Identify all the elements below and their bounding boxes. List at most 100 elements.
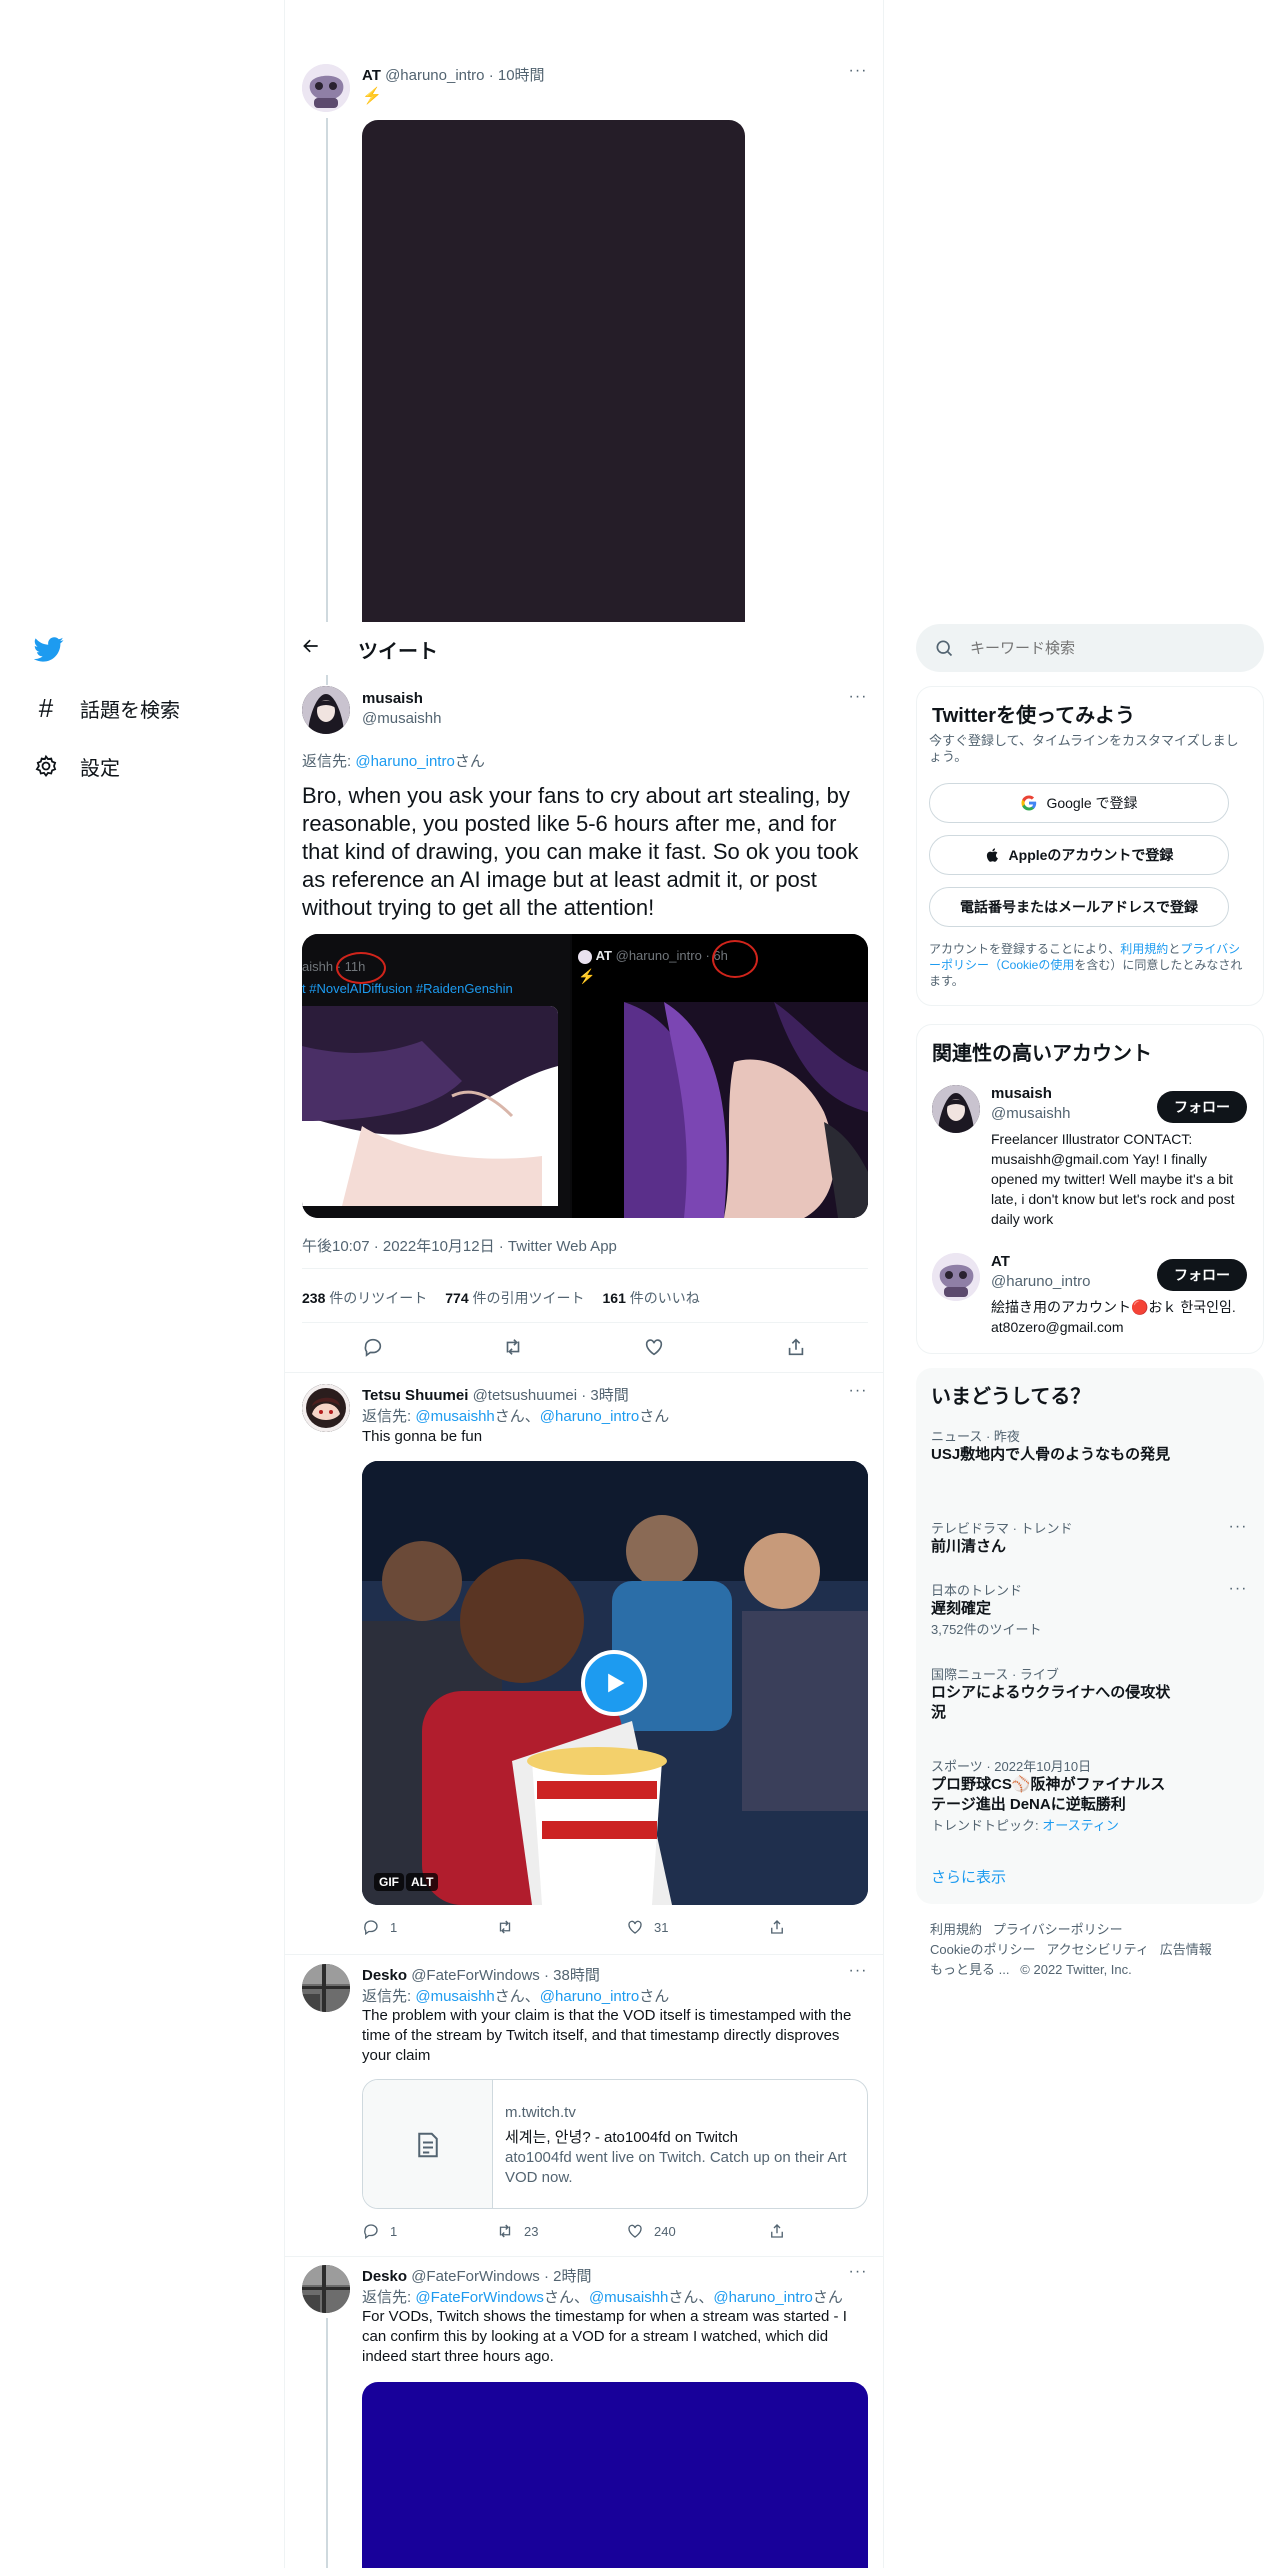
trend-item[interactable]: ニュース · 昨夜 USJ敷地内で人骨のようなもの発見 — [931, 1426, 1171, 1465]
more-icon[interactable]: ··· — [846, 1963, 870, 1988]
tweet-time[interactable]: 2時間 — [553, 2268, 591, 2285]
avatar[interactable] — [302, 1964, 350, 2012]
separator: · — [543, 1967, 549, 1984]
account-handle[interactable]: @musaishh — [991, 1105, 1070, 1122]
reply-button[interactable]: 1 — [362, 2222, 397, 2240]
like-button[interactable] — [643, 1336, 665, 1358]
reply-to-link[interactable]: @FateForWindows — [415, 2289, 544, 2306]
media-right[interactable]: AT @haruno_intro · 6h ⚡ — [572, 934, 868, 1218]
avatar[interactable] — [302, 686, 350, 734]
search-input[interactable] — [970, 636, 1240, 660]
tweet-image[interactable] — [362, 120, 745, 622]
footer-cookie-link[interactable]: Cookieのポリシー — [930, 1942, 1035, 1957]
trend-topic-link[interactable]: オースティン — [1042, 1818, 1119, 1833]
reply-to-link[interactable]: @haruno_intro — [713, 2289, 812, 2306]
reply-separator: さん、 — [494, 1408, 540, 1425]
author-name[interactable]: Desko — [362, 1967, 407, 1984]
author-name[interactable]: musaish — [362, 690, 423, 707]
author-handle[interactable]: @FateForWindows — [411, 2268, 540, 2285]
author-name[interactable]: Tetsu Shuumei — [362, 1387, 468, 1404]
reply-to-link[interactable]: @musaishh — [589, 2289, 668, 2306]
footer-more-link[interactable]: もっと見る ... — [930, 1962, 1009, 1977]
search-bar[interactable] — [916, 624, 1264, 672]
reply-to-link[interactable]: @musaishh — [415, 1988, 494, 2005]
tweet-time[interactable]: 3時間 — [590, 1387, 628, 1404]
reply-to-link[interactable]: @musaishh — [415, 1408, 494, 1425]
like-count: 240 — [654, 2223, 676, 2239]
play-icon — [608, 1673, 625, 1693]
author-handle[interactable]: @tetsushuumei — [473, 1387, 577, 1404]
back-arrow-icon[interactable] — [301, 636, 325, 660]
reply-to-link[interactable]: @haruno_intro — [540, 1408, 639, 1425]
twitter-logo-icon[interactable] — [33, 634, 64, 664]
terms-link[interactable]: 利用規約 — [1120, 942, 1168, 956]
media-left[interactable]: aishh · 11h t #NovelAIDiffusion #RaidenG… — [302, 934, 570, 1218]
retweet-button[interactable] — [496, 1918, 524, 1936]
play-button[interactable] — [581, 1650, 647, 1716]
more-icon[interactable]: ··· — [846, 689, 870, 714]
retweet-button[interactable] — [502, 1336, 524, 1358]
share-icon — [788, 1338, 804, 1356]
reply-button[interactable] — [362, 1336, 384, 1358]
account-name[interactable]: AT — [991, 1253, 1010, 1270]
footer-ads-link[interactable]: 広告情報 — [1160, 1942, 1212, 1957]
footer-terms-link[interactable]: 利用規約 — [930, 1922, 982, 1937]
author-name[interactable]: AT — [362, 67, 381, 84]
trend-item[interactable]: 日本のトレンド 遅刻確定 3,752件のツイート — [931, 1580, 1171, 1638]
avatar[interactable] — [932, 1253, 980, 1301]
more-icon[interactable]: ··· — [846, 2264, 870, 2289]
reply-count: 1 — [390, 2223, 398, 2239]
tweet-time[interactable]: 38時間 — [553, 1967, 600, 1984]
phone-email-signup-button[interactable]: 電話番号またはメールアドレスで登録 — [929, 887, 1229, 927]
nav-settings[interactable]: 設定 — [34, 750, 120, 782]
link-card[interactable]: m.twitch.tv 세계는, 안녕? - ato1004fd on Twit… — [362, 2079, 868, 2209]
more-icon[interactable]: ··· — [1226, 1519, 1250, 1544]
account-handle[interactable]: @haruno_intro — [991, 1273, 1090, 1290]
author-handle[interactable]: @FateForWindows — [411, 1967, 540, 1984]
avatar[interactable] — [302, 1384, 350, 1432]
like-button[interactable]: 240 — [626, 2222, 676, 2240]
avatar[interactable] — [302, 64, 350, 112]
reply-button[interactable]: 1 — [362, 1918, 397, 1936]
separator: · — [581, 1387, 587, 1404]
retweet-button[interactable]: 23 — [496, 2222, 538, 2240]
account-name[interactable]: musaish — [991, 1085, 1052, 1102]
likes-stat[interactable]: 161 件のいいね — [603, 1288, 700, 1308]
document-icon — [417, 2132, 438, 2158]
tweet-time[interactable]: 10時間 — [498, 67, 545, 84]
follow-button[interactable]: フォロー — [1157, 1259, 1247, 1291]
avatar[interactable] — [302, 2265, 350, 2313]
trend-item[interactable]: テレビドラマ · トレンド 前川清さん — [931, 1518, 1171, 1557]
reply-to-link[interactable]: @haruno_intro — [355, 753, 454, 770]
tweet-media[interactable]: aishh · 11h t #NovelAIDiffusion #RaidenG… — [302, 934, 868, 1218]
follow-button[interactable]: フォロー — [1157, 1091, 1247, 1123]
retweets-stat[interactable]: 238 件のリツイート — [302, 1288, 427, 1308]
tweet-gif[interactable]: GIF ALT — [362, 1461, 868, 1905]
share-button[interactable] — [785, 1336, 807, 1358]
quotes-stat[interactable]: 774 件の引用ツイート — [445, 1288, 584, 1308]
apple-signup-button[interactable]: Appleのアカウントで登録 — [929, 835, 1229, 875]
tweet-image[interactable] — [362, 2382, 868, 2568]
like-button[interactable]: 31 — [626, 1918, 668, 1936]
nav-explore[interactable]: # 話題を検索 — [34, 692, 180, 724]
author-handle[interactable]: @haruno_intro — [385, 67, 484, 84]
more-icon[interactable]: ··· — [1226, 1581, 1250, 1606]
tweet-meta[interactable]: 午後10:07 · 2022年10月12日 · Twitter Web App — [302, 1235, 617, 1256]
link-card-thumb — [363, 2080, 493, 2208]
trend-item[interactable]: 国際ニュース · ライブ ロシアによるウクライナへの侵攻状況 — [931, 1664, 1171, 1723]
author-name[interactable]: Desko — [362, 2268, 407, 2285]
share-button[interactable] — [768, 2222, 786, 2240]
author-handle[interactable]: @musaishh — [362, 710, 441, 727]
reply-to-link[interactable]: @haruno_intro — [540, 1988, 639, 2005]
avatar[interactable] — [932, 1085, 980, 1133]
trend-item[interactable]: スポーツ · 2022年10月10日 プロ野球CS⚾阪神がファイナルステージ進出… — [931, 1756, 1171, 1834]
more-icon[interactable]: ··· — [846, 63, 870, 88]
google-signup-button[interactable]: Google で登録 — [929, 783, 1229, 823]
reply-prefix: 返信先: — [302, 753, 352, 770]
share-button[interactable] — [768, 1918, 786, 1936]
more-icon[interactable]: ··· — [846, 1383, 870, 1408]
alt-badge[interactable]: ALT — [406, 1873, 439, 1891]
footer-privacy-link[interactable]: プライバシーポリシー — [993, 1922, 1123, 1937]
footer-accessibility-link[interactable]: アクセシビリティ — [1046, 1942, 1149, 1957]
show-more-link[interactable]: さらに表示 — [931, 1866, 1006, 1887]
